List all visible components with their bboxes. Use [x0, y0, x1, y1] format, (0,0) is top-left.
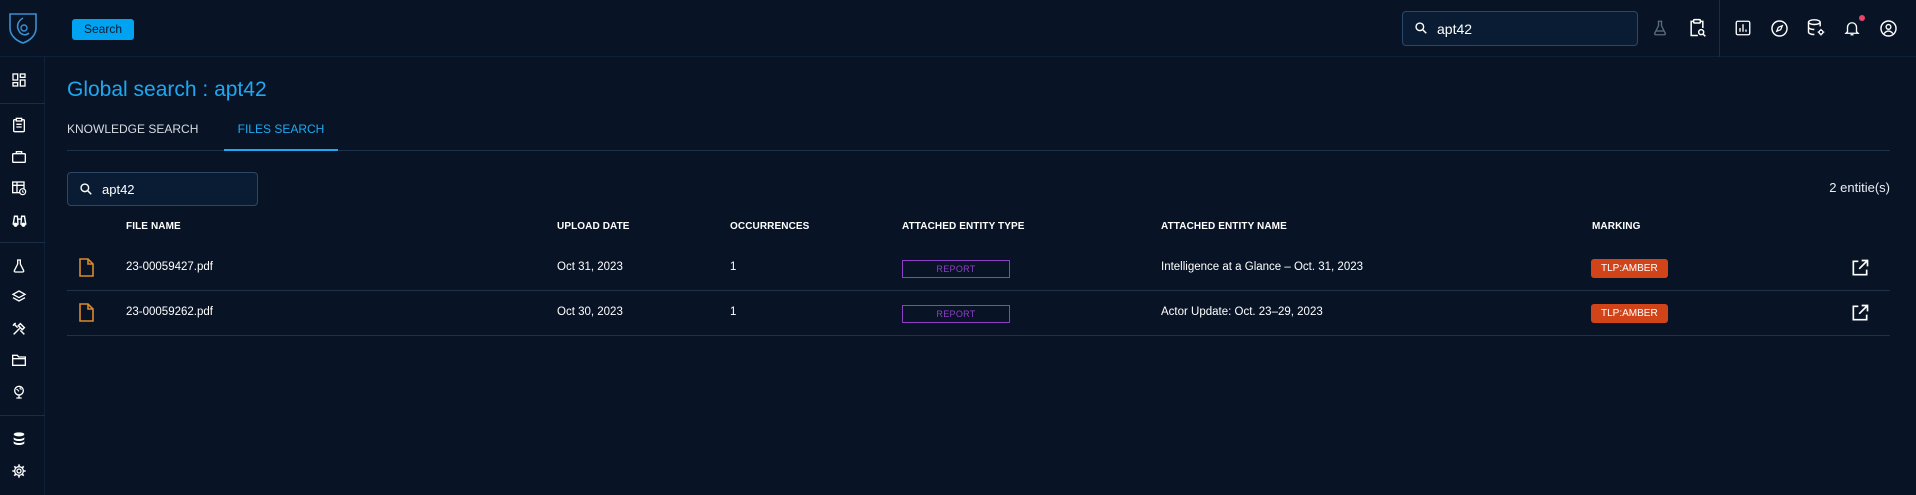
marking-badge: TLP:AMBER [1591, 304, 1668, 323]
clipboard-icon[interactable] [9, 115, 29, 135]
upload-date: Oct 31, 2023 [557, 261, 623, 273]
account-icon[interactable] [1877, 17, 1899, 39]
table-row[interactable]: 23-00059427.pdf Oct 31, 2023 1 REPORT In… [67, 246, 1890, 291]
tools-icon[interactable] [9, 319, 29, 339]
open-in-new-icon[interactable] [1850, 258, 1870, 278]
compass-icon[interactable] [1768, 17, 1790, 39]
column-header-upload-date[interactable]: UPLOAD DATE [557, 221, 630, 232]
column-header-entity-name[interactable]: ATTACHED ENTITY NAME [1161, 221, 1287, 232]
occurrences: 1 [730, 306, 737, 318]
file-icon [79, 303, 94, 322]
page-title: Global search : apt42 [67, 78, 267, 101]
binoculars-icon[interactable] [9, 210, 29, 230]
nav-separator [0, 242, 45, 243]
database-gear-icon[interactable] [1805, 17, 1827, 39]
global-search-input[interactable] [1437, 12, 1632, 45]
files-search-input[interactable] [102, 173, 252, 205]
search-mode-badge: Search [72, 19, 135, 40]
chart-icon[interactable] [1732, 17, 1754, 39]
file-name: 23-00059427.pdf [126, 261, 213, 273]
column-header-marking[interactable]: MARKING [1592, 221, 1640, 232]
column-header-entity-type[interactable]: ATTACHED ENTITY TYPE [902, 221, 1025, 232]
briefcase-icon[interactable] [9, 147, 29, 167]
files-search-box[interactable] [67, 172, 258, 206]
globe-icon[interactable] [9, 382, 29, 402]
global-search-box[interactable] [1402, 11, 1638, 46]
entity-type-badge: REPORT [902, 260, 1010, 278]
column-header-occurrences[interactable]: OCCURRENCES [730, 221, 809, 232]
open-in-new-icon[interactable] [1850, 303, 1870, 323]
flask-icon[interactable] [1649, 17, 1671, 39]
file-name: 23-00059262.pdf [126, 306, 213, 318]
entity-name: Actor Update: Oct. 23–29, 2023 [1161, 306, 1323, 318]
nav-separator [0, 415, 45, 416]
nav-separator [0, 103, 45, 104]
active-tab-indicator [224, 149, 338, 151]
tabs-divider [67, 150, 1890, 151]
entity-name: Intelligence at a Glance – Oct. 31, 2023 [1161, 261, 1364, 273]
tab-files-search[interactable]: FILES SEARCH [224, 118, 338, 151]
app-logo-icon[interactable] [8, 12, 38, 44]
upload-date: Oct 30, 2023 [557, 306, 623, 318]
top-bar: Search [0, 0, 1916, 57]
occurrences: 1 [730, 261, 737, 273]
flask-icon[interactable] [9, 256, 29, 276]
gear-icon[interactable] [9, 461, 29, 481]
toolbar-separator [1719, 0, 1720, 57]
dashboard-icon[interactable] [9, 70, 29, 90]
clipboard-search-icon[interactable] [1686, 17, 1708, 39]
layers-icon[interactable] [9, 287, 29, 307]
table-row[interactable]: 23-00059262.pdf Oct 30, 2023 1 REPORT Ac… [67, 291, 1890, 336]
entity-count: 2 entitie(s) [1829, 180, 1890, 195]
left-navigation [0, 57, 45, 495]
column-header-file-name[interactable]: FILE NAME [126, 221, 181, 232]
database-icon[interactable] [9, 429, 29, 449]
file-icon [79, 258, 94, 277]
search-icon [1415, 22, 1427, 34]
tab-knowledge-search[interactable]: KNOWLEDGE SEARCH [67, 118, 198, 151]
search-icon [80, 183, 92, 195]
folder-icon[interactable] [9, 350, 29, 370]
table-clock-icon[interactable] [9, 178, 29, 198]
marking-badge: TLP:AMBER [1591, 259, 1668, 278]
entity-type-badge: REPORT [902, 305, 1010, 323]
notification-dot [1859, 15, 1865, 21]
